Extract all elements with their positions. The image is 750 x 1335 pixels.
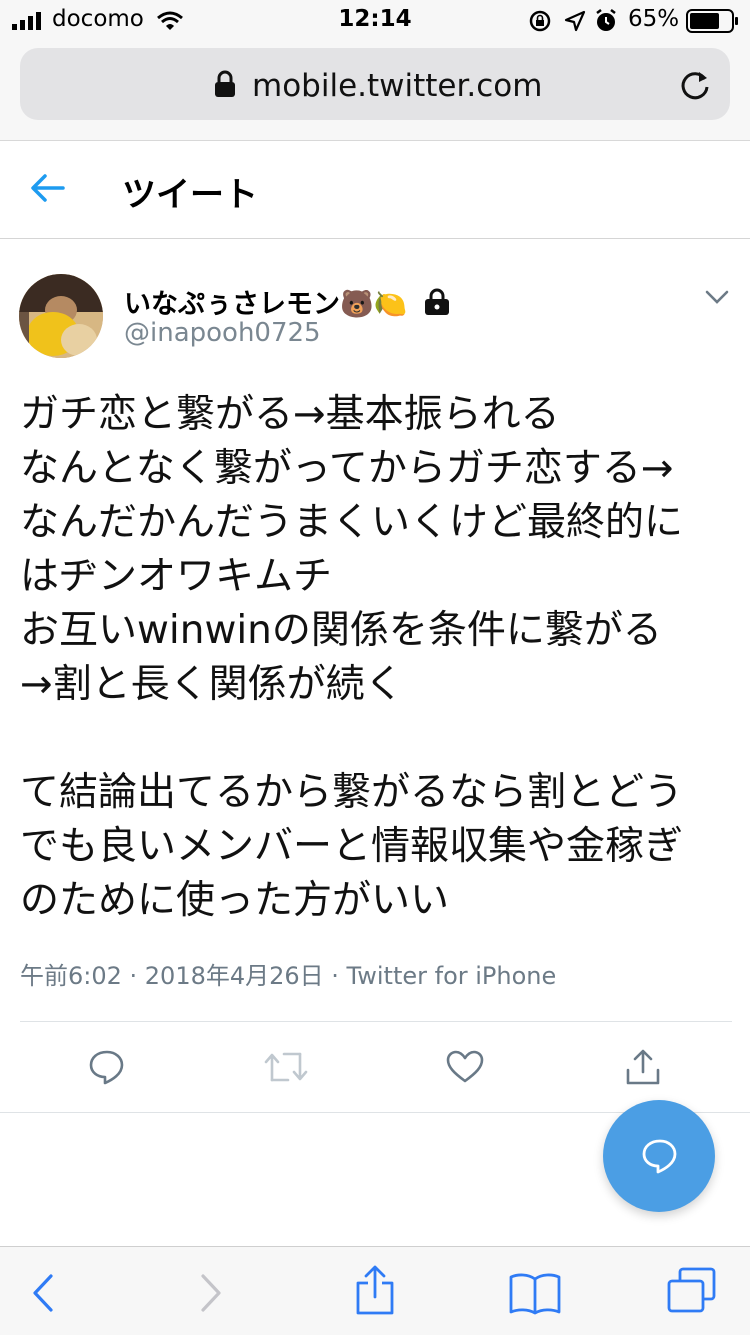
compose-button[interactable]: [603, 1100, 715, 1212]
alarm-icon: [596, 9, 616, 31]
address-bar[interactable]: mobile.twitter.com: [20, 48, 730, 120]
avatar[interactable]: [19, 274, 103, 358]
share-icon[interactable]: [624, 1048, 662, 1086]
padlock-icon: [215, 70, 235, 97]
compose-bubble-icon: [642, 1139, 677, 1174]
url-text: mobile.twitter.com: [252, 68, 543, 104]
browser-address-area: mobile.twitter.com: [0, 40, 750, 141]
heart-icon[interactable]: [446, 1050, 484, 1084]
retweet-icon: [264, 1052, 308, 1082]
status-bar: docomo 12:14 65%: [0, 0, 750, 40]
browser-forward-icon[interactable]: [198, 1273, 224, 1313]
display-name-text: いなぷぅさレモン: [124, 289, 340, 320]
padlock-icon: [424, 288, 449, 315]
avatar-image: [19, 274, 103, 358]
display-name[interactable]: いなぷぅさレモン🐻🍋: [124, 282, 451, 321]
bookmarks-icon[interactable]: [508, 1271, 562, 1315]
tweet-header: ツイート: [0, 141, 750, 239]
browser-share-icon[interactable]: [354, 1263, 396, 1315]
browser-toolbar: [0, 1246, 750, 1335]
tweet-text: ガチ恋と繋がる→基本振られる なんとなく繋がってからガチ恋する→ なんだかんだう…: [20, 392, 684, 923]
reload-icon[interactable]: [678, 68, 712, 102]
tweet-timestamp[interactable]: 午前6:02 · 2018年4月26日 · Twitter for iPhone: [20, 956, 556, 991]
user-handle[interactable]: @inapooh0725: [124, 318, 321, 348]
arrow-left-icon[interactable]: [30, 173, 66, 203]
location-icon: [564, 10, 586, 32]
speech-bubble-icon[interactable]: [88, 1049, 126, 1085]
battery-icon: [686, 9, 738, 33]
battery-percent: 65%: [628, 6, 680, 32]
chevron-down-icon[interactable]: [704, 289, 730, 305]
page-title: ツイート: [122, 175, 258, 215]
browser-back-icon[interactable]: [30, 1273, 56, 1313]
divider: [20, 1021, 732, 1022]
tabs-icon[interactable]: [666, 1267, 718, 1315]
rotation-lock-icon: [529, 10, 551, 32]
name-emojis: 🐻🍋: [340, 289, 408, 320]
